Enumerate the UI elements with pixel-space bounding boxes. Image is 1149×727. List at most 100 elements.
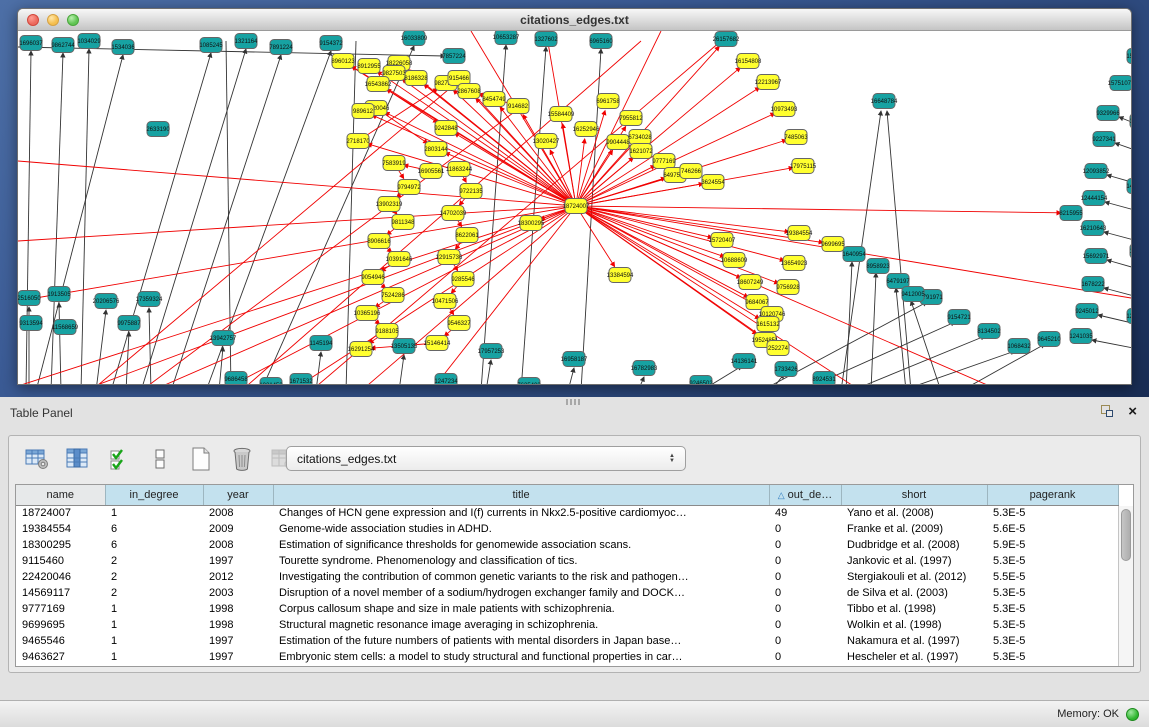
graph-node[interactable]: 1085245 [199,38,223,53]
column-settings-icon[interactable] [64,445,92,473]
graph-node[interactable]: 9862744 [51,38,75,53]
graph-node[interactable]: 13902319 [376,197,403,212]
graph-edge[interactable] [576,206,615,267]
graph-node[interactable]: 9154721 [947,310,971,325]
float-panel-icon[interactable] [1100,405,1114,418]
graph-node[interactable]: 12444154 [1081,191,1108,206]
graph-node[interactable]: 15751074 [1108,76,1131,91]
graph-edge[interactable] [576,206,712,238]
graph-node[interactable]: 13384594 [607,268,634,283]
minimize-window-icon[interactable] [47,14,59,26]
graph-node[interactable]: 8186328 [404,71,428,86]
graph-node[interactable]: 6965160 [589,34,613,49]
network-canvas[interactable]: 1696037986274410340291534036108524513211… [18,31,1131,384]
graph-node[interactable]: 16958187 [561,352,588,367]
column-header-out-degree[interactable]: △out_de… [769,485,841,505]
graph-node[interactable]: 12093852 [1083,164,1110,179]
graph-edge[interactable] [871,273,876,384]
column-header-name[interactable]: name [16,485,105,505]
graph-edge[interactable] [576,206,725,257]
graph-node[interactable]: 9242848 [434,121,458,136]
new-document-icon[interactable] [187,445,215,473]
graph-node[interactable]: 16905561 [418,164,445,179]
graph-edge[interactable] [399,355,404,384]
graph-node[interactable]: 6734028 [628,130,652,145]
graph-node[interactable]: 8454749 [482,92,506,107]
graph-node[interactable]: 9246502 [689,376,713,385]
table-row[interactable]: 1938455462009Genome-wide association stu… [16,521,1118,537]
graph-svg[interactable]: 1696037986274410340291534036108524513211… [18,31,1131,384]
graph-edge[interactable] [576,206,784,260]
close-window-icon[interactable] [27,14,39,26]
graph-edge[interactable] [911,301,941,384]
graph-node[interactable]: 1210352 [1126,309,1131,324]
memory-status-icon[interactable] [1126,708,1139,721]
column-header-short[interactable]: short [841,485,987,505]
graph-edge[interactable] [219,347,223,384]
graph-node[interactable]: 1696037 [19,36,43,51]
graph-node[interactable]: 17975115 [790,159,817,174]
network-window[interactable]: citations_edges.txt 16960379862744103402… [17,8,1132,385]
graph-node[interactable]: 1021453 [259,378,283,385]
table-row[interactable]: 911546021997Tourette syndrome. Phenomeno… [16,553,1118,569]
graph-node[interactable]: 2867608 [457,84,481,99]
graph-node[interactable]: 9777169 [652,154,676,169]
graph-edge[interactable] [111,53,211,384]
graph-node[interactable]: 1615132 [756,317,780,332]
graph-node[interactable]: 16210643 [1080,221,1107,236]
graph-node[interactable]: 1671532 [289,374,313,385]
graph-node[interactable]: 9412005 [901,287,925,302]
graph-node[interactable]: 10653287 [493,31,520,45]
graph-node[interactable]: 9313594 [19,316,43,331]
graph-node[interactable]: 1443527 [1126,179,1131,194]
graph-node[interactable]: 11568659 [52,320,79,335]
graph-node[interactable]: 16648784 [871,94,898,109]
graph-node[interactable]: 1247234 [434,374,458,385]
graph-node[interactable]: 7635403 [517,378,541,385]
graph-node[interactable]: 1733426 [774,362,798,377]
graph-node[interactable]: 1034029 [77,34,101,49]
graph-node[interactable]: 15146414 [424,336,451,351]
graph-node[interactable]: 914682 [507,99,529,114]
graph-node[interactable]: 7524286 [381,288,405,303]
graph-edge[interactable] [576,206,748,297]
graph-node[interactable]: 7583919 [382,156,406,171]
unselect-all-icon[interactable] [146,445,174,473]
graph-node[interactable]: 15692971 [1083,249,1110,264]
table-row[interactable]: 969969511998Structural magnetic resonanc… [16,617,1118,633]
graph-node[interactable]: 17957253 [478,344,505,359]
graph-node[interactable]: 9686458 [224,372,248,385]
table-row[interactable]: 977716911998Corpus callosum shape and si… [16,601,1118,617]
graph-node[interactable]: 9645210 [1037,332,1061,347]
graph-edge[interactable] [1107,260,1131,272]
graph-node[interactable]: 9227341 [1092,132,1116,147]
graph-edge[interactable] [1115,143,1131,155]
graph-edge[interactable] [576,206,1061,213]
graph-edge[interactable] [486,360,491,384]
graph-edge[interactable] [896,288,906,384]
table-row[interactable]: 1830029562008Estimation of significance … [16,537,1118,553]
graph-node[interactable]: 7955812 [619,111,643,126]
graph-node[interactable]: 3624554 [701,175,725,190]
graph-node[interactable]: 1102601 [1130,244,1131,259]
graph-node[interactable]: 13654923 [781,256,808,271]
graph-edge[interactable] [18,161,576,206]
graph-edge[interactable] [346,41,356,384]
graph-edge[interactable] [81,49,89,384]
graph-node[interactable]: 11863244 [446,162,473,177]
graph-edge[interactable] [1092,340,1131,351]
graph-node[interactable]: 15720407 [709,233,736,248]
graph-node[interactable]: 1640954 [842,247,866,262]
graph-node[interactable]: 10391646 [386,252,413,267]
graph-node[interactable]: 7857224 [442,49,466,64]
graph-node[interactable]: 1277403 [1129,114,1131,129]
graph-edge[interactable] [18,206,576,301]
graph-node[interactable]: 1241035 [1069,329,1093,344]
graph-node[interactable]: 252274 [767,341,789,356]
graph-edge[interactable] [1104,232,1131,244]
graph-node[interactable]: 9285546 [451,272,475,287]
graph-node[interactable]: 1577480 [1126,49,1131,64]
graph-node[interactable]: 1068432 [1007,339,1031,354]
graph-edge[interactable] [576,206,770,342]
graph-node[interactable]: 13020427 [533,134,560,149]
